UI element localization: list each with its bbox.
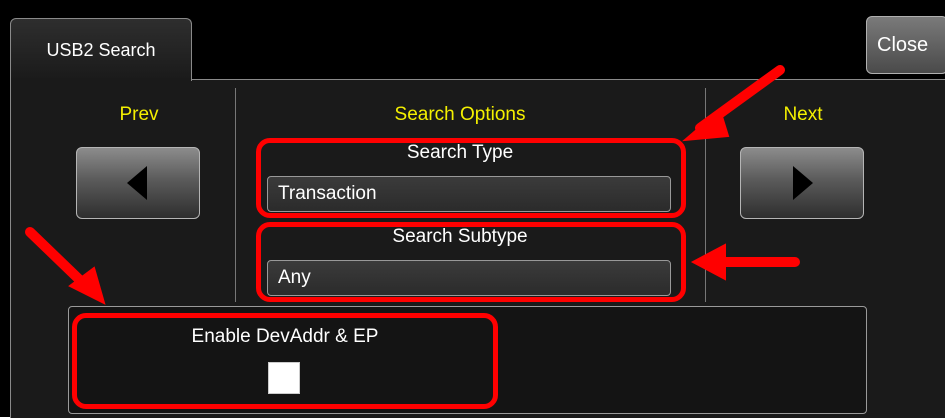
usb2-search-dialog: USB2 Search Close Prev Search Options Se… [0, 0, 945, 418]
search-options-heading: Search Options [394, 104, 526, 125]
close-button[interactable]: Close [866, 16, 945, 74]
prev-label: Prev [119, 104, 159, 125]
highlight-search-type [256, 138, 686, 218]
tab-usb2-search[interactable]: USB2 Search [10, 18, 192, 81]
divider-right [705, 88, 706, 302]
prev-button[interactable] [76, 147, 200, 219]
divider-left [235, 88, 236, 302]
highlight-enable-devaddr [72, 313, 498, 409]
tab-label: USB2 Search [46, 39, 156, 60]
next-label: Next [783, 104, 823, 125]
close-label: Close [877, 33, 929, 56]
highlight-search-subtype [256, 222, 686, 302]
next-button[interactable] [740, 147, 864, 219]
tab-joint [11, 78, 190, 81]
triangle-right-icon [793, 166, 813, 200]
triangle-left-icon [127, 166, 147, 200]
